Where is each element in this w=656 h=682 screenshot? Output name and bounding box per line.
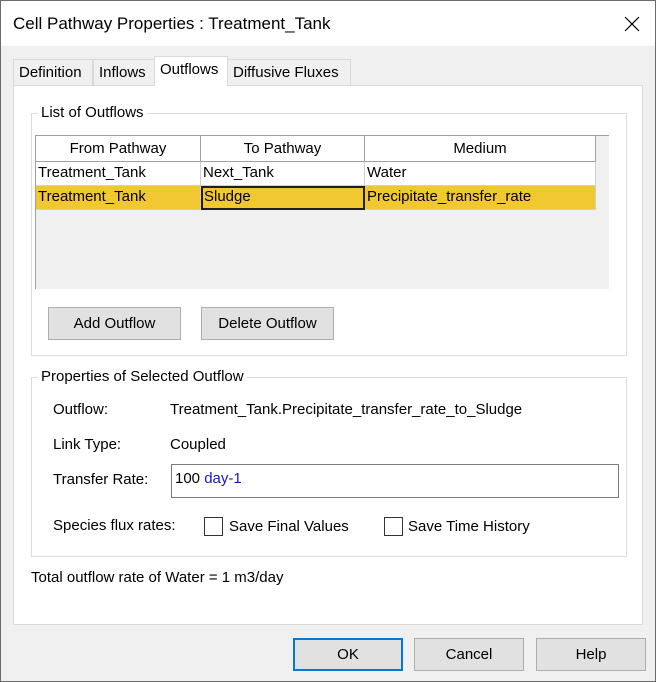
cell-from[interactable]: Treatment_Tank [36,186,201,210]
outflow-value: Treatment_Tank.Precipitate_transfer_rate… [170,401,523,418]
delete-outflow-button[interactable]: Delete Outflow [201,307,334,340]
save-final-values-label[interactable]: Save Final Values [229,518,349,535]
transfer-rate-unit: day-1 [204,470,242,487]
tab-inflows[interactable]: Inflows [93,59,155,85]
tab-diffusive-fluxes[interactable]: Diffusive Fluxes [227,59,351,85]
save-time-history-checkbox[interactable] [384,517,403,536]
column-header-medium[interactable]: Medium [365,136,596,162]
table-row[interactable]: Treatment_Tank Next_Tank Water [36,162,596,186]
outflows-group-title: List of Outflows [38,104,147,121]
save-final-values-checkbox[interactable] [204,517,223,536]
outflows-table: From Pathway To Pathway Medium Treatment… [35,135,609,289]
ok-button[interactable]: OK [293,638,403,671]
column-header-to[interactable]: To Pathway [201,136,365,162]
transfer-rate-label: Transfer Rate: [53,471,149,488]
cell-to[interactable]: Sludge [201,186,365,210]
dialog-window: Cell Pathway Properties : Treatment_Tank… [0,0,656,682]
tab-outflows[interactable]: Outflows [154,56,228,86]
close-icon [624,16,640,31]
cell-from[interactable]: Treatment_Tank [36,162,201,186]
cell-to[interactable]: Next_Tank [201,162,365,186]
cancel-button[interactable]: Cancel [414,638,524,671]
cell-medium[interactable]: Water [365,162,596,186]
close-button[interactable] [609,1,655,46]
table-header: From Pathway To Pathway Medium [36,136,596,162]
title-bar: Cell Pathway Properties : Treatment_Tank [1,1,655,46]
transfer-rate-input[interactable]: 100 day-1 [171,464,619,498]
outflow-label: Outflow: [53,401,109,418]
species-flux-label: Species flux rates: [53,517,176,534]
tab-definition[interactable]: Definition [13,59,93,85]
transfer-rate-number: 100 [175,470,201,487]
link-type-value: Coupled [170,436,226,453]
window-title: Cell Pathway Properties : Treatment_Tank [13,14,331,33]
add-outflow-button[interactable]: Add Outflow [48,307,181,340]
help-button[interactable]: Help [536,638,646,671]
properties-group-title: Properties of Selected Outflow [38,368,247,385]
link-type-label: Link Type: [53,436,122,453]
column-header-from[interactable]: From Pathway [36,136,201,162]
save-time-history-label[interactable]: Save Time History [408,518,530,535]
total-outflow-text: Total outflow rate of Water = 1 m3/day [31,569,284,586]
table-row-selected[interactable]: Treatment_Tank Sludge Precipitate_transf… [36,186,596,210]
cell-medium[interactable]: Precipitate_transfer_rate [365,186,596,210]
